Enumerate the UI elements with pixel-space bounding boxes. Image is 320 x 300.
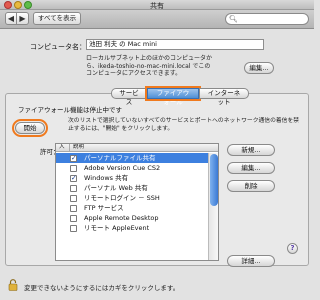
tab-internet[interactable]: インターネット bbox=[199, 88, 249, 106]
list-header: 入 説明 bbox=[56, 144, 218, 152]
lock-instruction-text: 変更できないようにするにはカギをクリックします。 bbox=[24, 284, 180, 292]
show-all-button[interactable]: すべてを表示 bbox=[33, 12, 81, 25]
service-label: Apple Remote Desktop bbox=[84, 214, 159, 222]
computer-address-description: ローカルサブネット上のほかのコンピュータから、ikeda-toshio-no-m… bbox=[86, 55, 213, 77]
service-checkbox[interactable] bbox=[70, 165, 77, 172]
service-checkbox[interactable] bbox=[70, 185, 77, 192]
list-item[interactable]: Apple Remote Desktop bbox=[56, 213, 208, 223]
list-item[interactable]: FTP サービス bbox=[56, 203, 208, 213]
service-label: リモートログイン － SSH bbox=[84, 194, 160, 202]
service-label: Adobe Version Cue CS2 bbox=[84, 164, 161, 172]
magnifier-icon: 🔍︎ bbox=[229, 15, 238, 23]
list-item[interactable]: リモートログイン － SSH bbox=[56, 193, 208, 203]
back-button[interactable]: ◀ bbox=[5, 12, 17, 25]
service-checkbox[interactable]: ✓ bbox=[70, 155, 77, 162]
firewall-status-text: ファイアウォール機能は停止中です bbox=[18, 106, 122, 114]
back-arrow-icon: ◀ bbox=[7, 14, 15, 23]
service-label: FTP サービス bbox=[84, 204, 124, 212]
service-checkbox[interactable]: ✓ bbox=[70, 175, 77, 182]
firewall-start-button[interactable]: 開始 bbox=[12, 119, 48, 137]
help-button[interactable]: ? bbox=[287, 243, 298, 254]
service-label: パーソナル Web 共有 bbox=[84, 184, 148, 192]
list-header-description[interactable]: 説明 bbox=[73, 144, 84, 151]
service-label: リモート AppleEvent bbox=[84, 224, 150, 232]
firewall-start-description: 次のリストで選択していないすべてのサービスとポートへのネットワーク通信の着信を禁… bbox=[68, 118, 300, 132]
service-checkbox[interactable] bbox=[70, 215, 77, 222]
tab-services[interactable]: サービス bbox=[111, 88, 147, 106]
list-header-divider bbox=[69, 144, 70, 152]
toolbar: ◀ ▶ すべてを表示 🔍︎ bbox=[0, 10, 314, 29]
service-checkbox[interactable] bbox=[70, 225, 77, 232]
list-header-on[interactable]: 入 bbox=[59, 144, 65, 151]
list-item[interactable]: パーソナル Web 共有 bbox=[56, 183, 208, 193]
services-rows: ✓ パーソナルファイル共有 Adobe Version Cue CS2 ✓ Window… bbox=[56, 153, 208, 233]
new-service-button[interactable]: 新規... bbox=[227, 144, 275, 156]
delete-service-button[interactable]: 削除 bbox=[227, 180, 275, 192]
edit-service-button[interactable]: 編集... bbox=[227, 162, 275, 174]
computer-name-input[interactable]: 池田 利夫 の Mac mini bbox=[86, 39, 264, 50]
tab-firewall[interactable]: ファイアウォール bbox=[145, 86, 201, 106]
service-checkbox[interactable] bbox=[70, 205, 77, 212]
computer-name-label: コンピュータ名： bbox=[30, 43, 86, 51]
list-scroll-thumb[interactable] bbox=[210, 154, 218, 206]
list-item[interactable]: リモート AppleEvent bbox=[56, 223, 208, 233]
details-button[interactable]: 詳細... bbox=[227, 255, 275, 267]
forward-arrow-icon: ▶ bbox=[19, 14, 26, 23]
service-checkbox[interactable] bbox=[70, 195, 77, 202]
tab-bar: サービス ファイアウォール インターネット bbox=[111, 86, 249, 106]
services-list[interactable]: 入 説明 ✓ パーソナルファイル共有 Adobe Version Cue CS2 ✓ W… bbox=[55, 143, 219, 261]
window-titlebar: 共有 bbox=[0, 0, 314, 10]
lock-icon[interactable] bbox=[8, 279, 18, 291]
list-scrollbar[interactable] bbox=[208, 153, 218, 260]
edit-computer-name-button[interactable]: 編集... bbox=[244, 62, 274, 74]
service-label: Windows 共有 bbox=[84, 174, 129, 182]
list-item[interactable]: ✓ Windows 共有 bbox=[56, 173, 208, 183]
list-item[interactable]: Adobe Version Cue CS2 bbox=[56, 163, 208, 173]
service-label: パーソナルファイル共有 bbox=[84, 154, 156, 162]
forward-button[interactable]: ▶ bbox=[17, 12, 29, 25]
list-item[interactable]: ✓ パーソナルファイル共有 bbox=[56, 153, 208, 163]
search-field[interactable]: 🔍︎ bbox=[225, 13, 309, 25]
